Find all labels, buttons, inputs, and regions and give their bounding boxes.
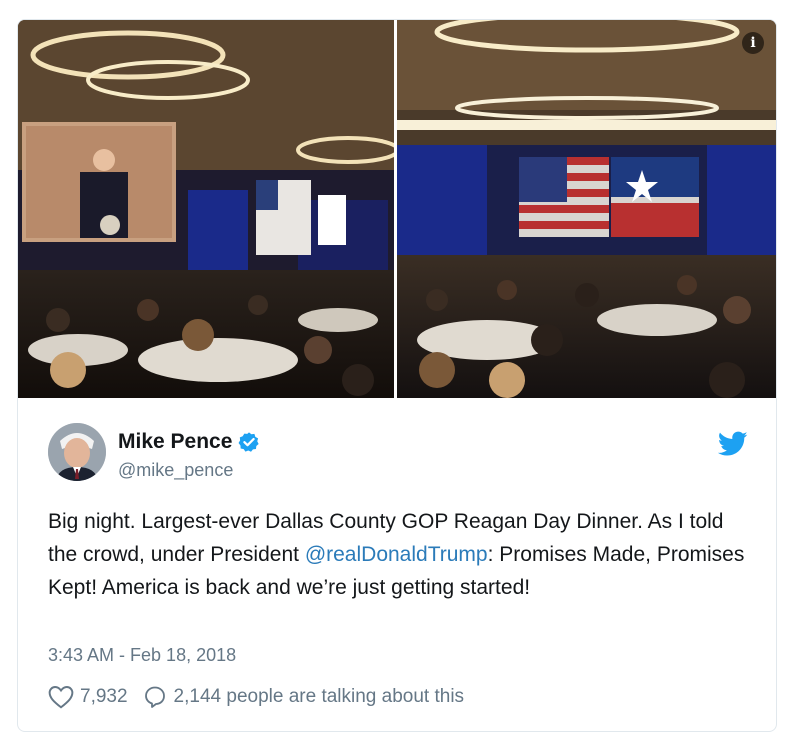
timestamp-link[interactable]: 3:43 AM - Feb 18, 2018	[48, 645, 236, 666]
mention-link[interactable]: @realDonaldTrump	[305, 543, 488, 566]
likes-count: 7,932	[80, 686, 128, 707]
name-row: Mike Pence	[118, 430, 260, 454]
ballroom-flags-image	[397, 20, 776, 398]
like-button[interactable]: 7,932	[48, 685, 142, 709]
conversation-text: 2,144 people are talking about this	[173, 686, 465, 707]
tweet-header: Mike Pence @mike_pence	[48, 423, 748, 483]
tweet-actions: 7,932 2,144 people are talking about thi…	[48, 685, 464, 709]
info-icon[interactable]: i	[742, 32, 764, 54]
reply-conversation-link[interactable]: 2,144 people are talking about this	[142, 685, 465, 709]
reply-icon	[144, 686, 165, 708]
avatar[interactable]	[48, 423, 106, 481]
event-photo-right[interactable]: i	[397, 20, 776, 398]
avatar-image	[48, 423, 106, 481]
display-name[interactable]: Mike Pence	[118, 430, 232, 454]
event-photo-left[interactable]	[18, 20, 394, 398]
tweet-text: Big night. Largest-ever Dallas County GO…	[48, 505, 748, 604]
user-handle[interactable]: @mike_pence	[118, 460, 233, 481]
tweet-card[interactable]: i Mike Pence @mike_pence Big night. Larg…	[17, 19, 777, 732]
tweet-media[interactable]: i	[18, 20, 776, 398]
verified-badge-icon	[238, 432, 260, 452]
ballroom-screen-image	[18, 20, 394, 398]
heart-icon	[48, 686, 74, 709]
twitter-bird-icon[interactable]	[718, 431, 748, 457]
